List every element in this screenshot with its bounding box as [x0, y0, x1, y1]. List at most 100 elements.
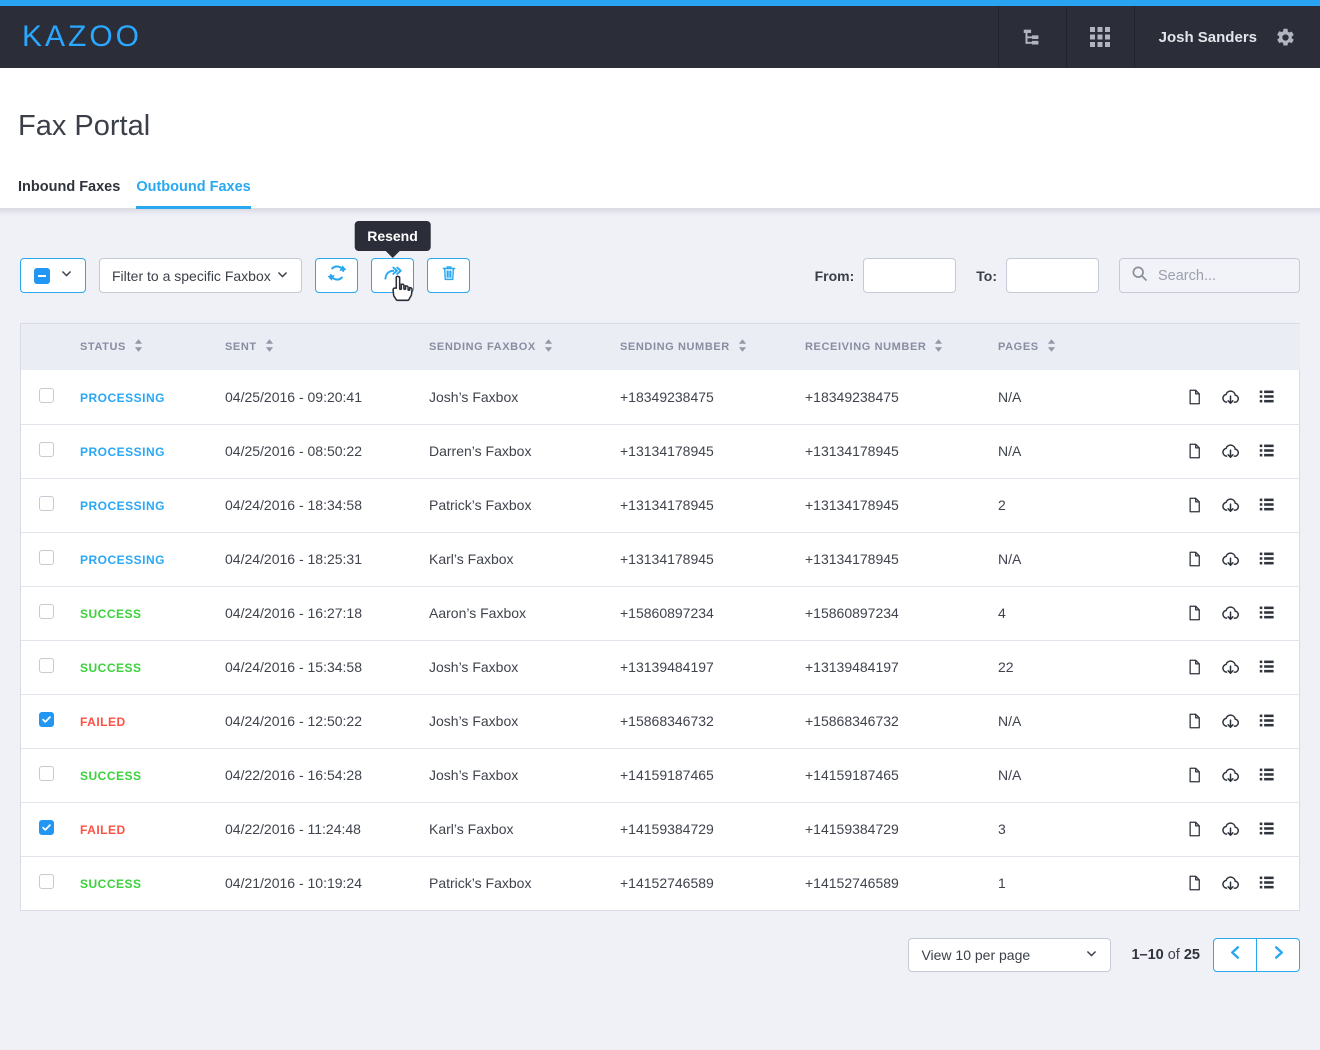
faxbox-cell: Karl’s Faxbox — [429, 802, 620, 856]
receiving-number-cell: +15868346732 — [805, 694, 998, 748]
cloud-download-icon[interactable] — [1220, 549, 1241, 569]
row-checkbox[interactable] — [39, 712, 54, 727]
details-list-icon[interactable] — [1257, 441, 1276, 461]
sent-cell: 04/25/2016 - 08:50:22 — [225, 424, 429, 478]
row-actions — [1178, 603, 1300, 623]
status-badge: PROCESSING — [80, 445, 165, 459]
refresh-button[interactable] — [315, 258, 358, 293]
row-checkbox[interactable] — [39, 766, 54, 781]
content-area: Filter to a specific Faxbox Resend — [0, 209, 1320, 1050]
details-list-icon[interactable] — [1257, 549, 1276, 569]
document-icon[interactable] — [1185, 603, 1204, 623]
details-list-icon[interactable] — [1257, 765, 1276, 785]
page-range: 1–10 of 25 — [1131, 947, 1200, 963]
per-page-select[interactable]: View 10 per page — [908, 938, 1111, 972]
faxbox-cell: Josh’s Faxbox — [429, 640, 620, 694]
faxbox-cell: Patrick’s Faxbox — [429, 856, 620, 910]
document-icon[interactable] — [1185, 441, 1204, 461]
sending-number-cell: +14159384729 — [620, 802, 805, 856]
row-checkbox[interactable] — [39, 874, 54, 889]
details-list-icon[interactable] — [1257, 819, 1276, 839]
receiving-number-cell: +15860897234 — [805, 586, 998, 640]
chevron-down-icon — [1085, 947, 1098, 963]
details-list-icon[interactable] — [1257, 495, 1276, 515]
document-icon[interactable] — [1185, 549, 1204, 569]
sending-number-cell: +15860897234 — [620, 586, 805, 640]
sent-cell: 04/24/2016 - 16:27:18 — [225, 586, 429, 640]
header-sending-number[interactable]: SENDING NUMBER — [620, 324, 805, 370]
cloud-download-icon[interactable] — [1220, 657, 1241, 677]
details-list-icon[interactable] — [1257, 603, 1276, 623]
next-page-button[interactable] — [1256, 938, 1300, 972]
toolbar-left: Filter to a specific Faxbox Resend — [20, 258, 470, 293]
select-all-dropdown[interactable] — [20, 258, 86, 293]
tab-inbound-faxes[interactable]: Inbound Faxes — [18, 179, 120, 209]
sent-cell: 04/25/2016 - 09:20:41 — [225, 370, 429, 424]
faxbox-filter-select[interactable]: Filter to a specific Faxbox — [99, 258, 302, 293]
navbar: KAZOO Josh San — [0, 6, 1320, 68]
header-receiving-number[interactable]: RECEIVING NUMBER — [805, 324, 998, 370]
document-icon[interactable] — [1185, 657, 1204, 677]
cloud-download-icon[interactable] — [1220, 873, 1241, 893]
row-checkbox[interactable] — [39, 604, 54, 619]
to-date-input[interactable] — [1006, 258, 1099, 293]
row-checkbox[interactable] — [39, 820, 54, 835]
table-row: FAILED 04/24/2016 - 12:50:22 Josh’s Faxb… — [21, 694, 1300, 748]
sending-number-cell: +14152746589 — [620, 856, 805, 910]
header-sending-faxbox[interactable]: SENDING FAXBOX — [429, 324, 620, 370]
row-checkbox[interactable] — [39, 388, 54, 403]
table-row: PROCESSING 04/25/2016 - 09:20:41 Josh’s … — [21, 370, 1300, 424]
account-hierarchy-button[interactable] — [998, 6, 1066, 68]
status-badge: SUCCESS — [80, 661, 142, 675]
details-list-icon[interactable] — [1257, 873, 1276, 893]
cloud-download-icon[interactable] — [1220, 711, 1241, 731]
cloud-download-icon[interactable] — [1220, 441, 1241, 461]
resend-button[interactable]: Resend — [371, 258, 414, 293]
row-checkbox[interactable] — [39, 658, 54, 673]
header-pages[interactable]: PAGES — [998, 324, 1178, 370]
search-input[interactable] — [1158, 268, 1288, 284]
sort-icon — [265, 343, 274, 355]
cloud-download-icon[interactable] — [1220, 495, 1241, 515]
receiving-number-cell: +13134178945 — [805, 478, 998, 532]
status-badge: FAILED — [80, 823, 126, 837]
details-list-icon[interactable] — [1257, 657, 1276, 677]
document-icon[interactable] — [1185, 711, 1204, 731]
details-list-icon[interactable] — [1257, 387, 1276, 407]
tab-outbound-faxes[interactable]: Outbound Faxes — [136, 179, 250, 209]
table-row: PROCESSING 04/25/2016 - 08:50:22 Darren’… — [21, 424, 1300, 478]
apps-button[interactable] — [1066, 6, 1134, 68]
gear-icon[interactable] — [1275, 27, 1296, 48]
document-icon[interactable] — [1185, 873, 1204, 893]
cloud-download-icon[interactable] — [1220, 819, 1241, 839]
document-icon[interactable] — [1185, 765, 1204, 785]
page-title: Fax Portal — [18, 68, 1302, 143]
document-icon[interactable] — [1185, 387, 1204, 407]
from-date-input[interactable] — [863, 258, 956, 293]
pages-cell: N/A — [998, 748, 1178, 802]
details-list-icon[interactable] — [1257, 711, 1276, 731]
delete-button[interactable] — [427, 258, 470, 293]
kazoo-logo: KAZOO — [22, 20, 142, 54]
row-actions — [1178, 657, 1300, 677]
row-checkbox[interactable] — [39, 442, 54, 457]
previous-page-button[interactable] — [1213, 938, 1257, 972]
resend-icon — [382, 263, 403, 288]
document-icon[interactable] — [1185, 819, 1204, 839]
row-checkbox[interactable] — [39, 550, 54, 565]
row-actions — [1178, 495, 1300, 515]
cloud-download-icon[interactable] — [1220, 387, 1241, 407]
sending-number-cell: +13134178945 — [620, 478, 805, 532]
indeterminate-checkbox[interactable] — [34, 268, 50, 284]
status-badge: SUCCESS — [80, 769, 142, 783]
header-sent[interactable]: SENT — [225, 324, 429, 370]
header-status[interactable]: STATUS — [80, 324, 225, 370]
range-values: 1–10 — [1131, 947, 1163, 963]
cloud-download-icon[interactable] — [1220, 765, 1241, 785]
row-checkbox[interactable] — [39, 496, 54, 511]
user-menu[interactable]: Josh Sanders — [1134, 6, 1320, 68]
document-icon[interactable] — [1185, 495, 1204, 515]
table-row: SUCCESS 04/24/2016 - 16:27:18 Aaron’s Fa… — [21, 586, 1300, 640]
cloud-download-icon[interactable] — [1220, 603, 1241, 623]
toolbar-right: From: To: — [815, 258, 1300, 293]
